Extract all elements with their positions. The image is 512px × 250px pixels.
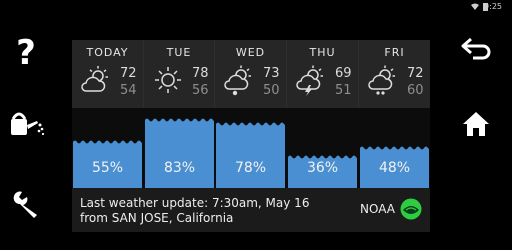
update-footer: Last weather update: 7:30am, May 16 from… [72,188,430,232]
rain-chance-column: 83% [145,108,214,188]
low-temp: 60 [407,83,424,98]
update-location-line: from SAN JOSE, California [80,211,234,225]
wifi-icon [471,3,479,10]
high-temp: 69 [335,66,352,81]
rain-chance-fill [145,122,214,188]
watering-can-icon [11,112,45,136]
back-arrow-icon [461,37,491,60]
wave-edge [216,122,285,127]
home-button[interactable] [456,104,496,144]
last-update-text: Last weather update: 7:30am, May 16 from… [80,196,309,226]
day-name: TODAY [86,46,129,59]
rain-chance-column: 36% [288,108,357,188]
last-update-line: Last weather update: 7:30am, May 16 [80,196,310,210]
status-time: 9:25 [484,2,502,11]
svg-text:?: ? [16,34,36,70]
thunderstorm-icon [296,65,323,96]
question-mark-icon: ? [16,34,36,70]
day-name: WED [235,46,266,59]
help-button[interactable]: ? [6,32,46,72]
wave-edge [145,118,214,123]
rain-chance-column: 78% [216,108,285,188]
high-temp: 73 [263,66,280,81]
wave-edge [360,146,429,151]
low-temp: 51 [335,83,352,98]
wave-edge [73,140,142,145]
rain-chance-value: 83% [163,160,196,176]
home-icon [463,112,489,136]
low-temp: 56 [192,83,209,98]
rain-chance-value: 36% [306,160,339,176]
settings-button[interactable] [6,184,46,224]
wrench-icon [13,191,37,218]
rain-chance-value: 78% [234,160,267,176]
noaa-logo-icon[interactable] [400,198,422,220]
sunny-icon [155,67,181,93]
day-name: THU [309,46,336,59]
rain-chance-column: 55% [73,108,142,188]
partly-cloudy-rain-icon [224,65,251,96]
day-name: FRI [384,46,405,59]
rain-chance-fill [216,126,285,188]
rain-chance-value: 48% [378,160,411,176]
wave-edge [288,155,357,160]
high-temp: 72 [120,66,137,81]
high-temp: 72 [407,66,424,81]
status-bar: 9:25 [0,0,512,14]
partly-cloudy-rain-icon [368,65,395,95]
rain-chance-column: 48% [360,108,429,188]
noaa-label: NOAA [360,202,395,216]
day-name: TUE [166,46,192,59]
low-temp: 50 [263,83,280,98]
rain-chance-value: 55% [91,160,124,176]
high-temp: 78 [192,66,209,81]
watering-button[interactable] [6,106,46,146]
forecast-panel: TODAY 72 54 TUE 78 56 WED 73 50 THU 69 5… [72,40,430,232]
back-button[interactable] [456,28,496,68]
partly-cloudy-icon [81,66,108,92]
low-temp: 54 [120,83,137,98]
rain-chance-area: 55% 83% 78% 36% 48% [72,108,430,188]
